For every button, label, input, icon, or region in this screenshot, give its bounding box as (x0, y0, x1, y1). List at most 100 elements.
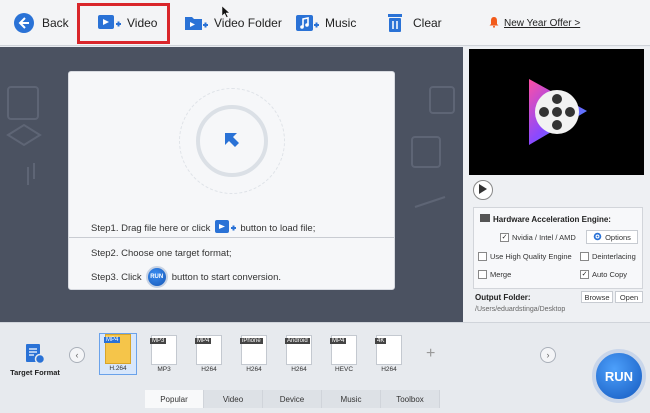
settings-panel: Hardware Acceleration Engine: ✓ Nvidia /… (463, 47, 650, 322)
music-icon (295, 11, 319, 35)
trash-icon (383, 11, 407, 35)
clear-button[interactable]: Clear (383, 8, 442, 38)
step1-suffix: button to load file; (240, 223, 316, 234)
format-file-icon: MP4 (104, 334, 131, 364)
scroll-right-button[interactable]: › (540, 347, 556, 363)
checkmark-icon: ✓ (580, 270, 589, 279)
tab-device[interactable]: Device (263, 390, 322, 408)
format-file-icon: iPhone (240, 335, 267, 365)
deinterlacing-label: Deinterlacing (592, 252, 636, 261)
back-label: Back (42, 16, 69, 30)
checkbox-empty (478, 252, 487, 261)
format-item-mp3[interactable]: MP3 MP3 (144, 335, 184, 375)
high-quality-checkbox[interactable]: Use High Quality Engine (478, 252, 572, 261)
drop-zone[interactable]: Step1. Drag file here or click button to… (68, 71, 395, 290)
back-arrow-icon (12, 11, 36, 35)
chip-icon (480, 214, 490, 224)
offer-label: New Year Offer > (504, 18, 581, 29)
add-file-circle[interactable] (196, 105, 268, 177)
deinterlacing-checkbox[interactable]: Deinterlacing (580, 252, 636, 261)
nvidia-checkbox[interactable]: ✓ Nvidia / Intel / AMD (500, 233, 576, 242)
checkbox-empty (478, 270, 487, 279)
hw-title-label: Hardware Acceleration Engine: (493, 214, 611, 224)
format-label: H264 (246, 366, 262, 373)
tab-popular[interactable]: Popular (145, 390, 204, 408)
format-label: HEVC (334, 366, 354, 373)
add-format-button[interactable]: + (426, 345, 435, 363)
format-item-iphone[interactable]: iPhone H264 (234, 335, 274, 375)
tab-toolbox[interactable]: Toolbox (381, 390, 440, 408)
scroll-left-button[interactable]: ‹ (69, 347, 85, 363)
format-category-tabs: Popular Video Device Music Toolbox (145, 390, 440, 408)
auto-copy-label: Auto Copy (592, 270, 628, 279)
merge-label: Merge (490, 270, 512, 279)
step1-text: Step1. Drag file here or click button to… (91, 218, 315, 239)
drop-zone-top: Step1. Drag file here or click button to… (69, 72, 394, 238)
format-file-icon: MP3 (150, 335, 177, 365)
output-folder-label: Output Folder: (475, 293, 531, 302)
video-add-icon (214, 218, 237, 239)
add-music-button[interactable]: Music (295, 8, 356, 38)
app-logo-icon (529, 79, 587, 145)
format-label: H264 (291, 366, 307, 373)
format-file-icon: Android (285, 335, 312, 365)
folder-icon (184, 11, 208, 35)
format-tag: Android (285, 338, 310, 344)
checkbox-empty (580, 252, 589, 261)
step1-label: Step1. Drag file here or click (91, 223, 211, 234)
format-tag: MP4 (195, 338, 212, 344)
options-label: Options (605, 232, 631, 242)
step3-suffix: button to start conversion. (171, 271, 281, 283)
bell-icon (488, 16, 500, 31)
step3-label: Step3. Click (91, 271, 142, 283)
music-label: Music (325, 16, 357, 30)
tab-video[interactable]: Video (204, 390, 263, 408)
video-button-highlight (77, 3, 170, 44)
add-video-folder-button[interactable]: Video Folder (184, 8, 282, 38)
run-inline-icon: RUN (145, 266, 168, 288)
format-bar: Target Format ‹ MP4 H.264 MP3 MP3 MP4 H2… (0, 322, 650, 413)
format-label: H264 (381, 366, 397, 373)
arrow-icon (222, 130, 242, 153)
tab-music[interactable]: Music (322, 390, 381, 408)
format-item-mp4-h264[interactable]: MP4 H.264 (99, 333, 137, 375)
run-button[interactable]: RUN (592, 349, 646, 403)
options-button[interactable]: Options (586, 230, 638, 244)
hardware-acceleration-box: Hardware Acceleration Engine: ✓ Nvidia /… (473, 207, 643, 289)
format-label: MP3 (157, 366, 171, 373)
toolbar: Back Video Video Folder Music Clear New … (0, 0, 650, 46)
format-tag: MP3 (150, 338, 167, 344)
merge-checkbox[interactable]: Merge (478, 270, 511, 279)
format-tag: MP4 (104, 337, 121, 343)
format-item-4k[interactable]: 4K H264 (369, 335, 409, 375)
new-year-offer-link[interactable]: New Year Offer > (488, 16, 580, 31)
high-quality-label: Use High Quality Engine (490, 252, 572, 261)
step2-text: Step2. Choose one target format; (91, 248, 232, 259)
output-path: /Users/eduardstinga/Desktop (475, 306, 566, 313)
format-tag: 4K (375, 338, 387, 344)
format-file-icon: 4K (375, 335, 402, 365)
plus-icon: + (426, 345, 436, 362)
format-item-android[interactable]: Android H264 (279, 335, 319, 375)
format-tag: MP4 (330, 338, 347, 344)
play-icon (479, 183, 487, 197)
clear-label: Clear (413, 16, 442, 30)
cursor-icon (221, 5, 231, 21)
format-label: H264 (201, 366, 217, 373)
target-format-icon (10, 343, 60, 365)
target-format-button[interactable]: Target Format (10, 343, 60, 377)
target-format-label: Target Format (10, 368, 60, 377)
gear-icon (593, 232, 602, 243)
open-button[interactable]: Open (615, 291, 643, 303)
back-button[interactable]: Back (12, 8, 69, 38)
browse-button[interactable]: Browse (581, 291, 613, 303)
step3-text: Step3. Click RUN button to start convers… (91, 266, 281, 288)
auto-copy-checkbox[interactable]: ✓ Auto Copy (580, 270, 627, 279)
file-drop-area: Step1. Drag file here or click button to… (0, 47, 463, 322)
play-button[interactable] (473, 180, 493, 200)
format-item-mp4-hevc[interactable]: MP4 HEVC (324, 335, 364, 375)
format-item-mp4-h264-2[interactable]: MP4 H264 (189, 335, 229, 375)
chevron-right-icon: › (546, 350, 550, 360)
preview-pane (469, 49, 644, 175)
hw-title: Hardware Acceleration Engine: (480, 214, 611, 224)
